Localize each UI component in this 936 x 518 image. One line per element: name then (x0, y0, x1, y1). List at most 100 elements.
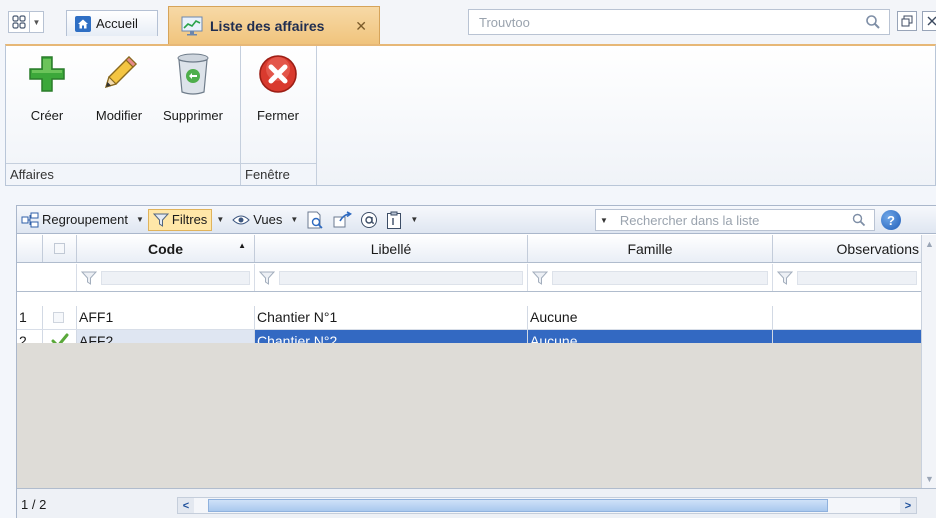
filter-cell-libelle[interactable] (255, 264, 528, 291)
grouping-label: Regroupement (42, 212, 128, 227)
checkbox-icon (54, 243, 65, 254)
views-label: Vues (253, 212, 283, 227)
row-checkbox[interactable] (43, 306, 77, 329)
views-button[interactable]: Vues (228, 209, 286, 231)
select-all-checkbox[interactable] (43, 235, 77, 262)
chart-icon (181, 16, 203, 35)
chevron-down-icon[interactable]: ▼ (596, 216, 612, 225)
create-button[interactable]: Créer (16, 50, 78, 134)
scrollbar-thumb[interactable] (208, 499, 828, 512)
filter-cell-observations[interactable] (773, 264, 921, 291)
filters-button[interactable]: Filtres (147, 208, 213, 231)
column-header-label: Famille (627, 240, 673, 257)
create-label: Créer (30, 108, 64, 123)
scroll-left-icon[interactable]: < (178, 498, 194, 513)
delete-label: Supprimer (163, 108, 223, 123)
top-tab-bar: ▼ Accueil Liste des affaires ✕ (0, 0, 936, 44)
grid-menu-icon[interactable] (8, 11, 30, 33)
search-icon[interactable] (852, 213, 866, 227)
eye-icon (232, 215, 250, 224)
preview-button[interactable] (302, 209, 328, 231)
ribbon-group-fenetre: Fermer Fenêtre (241, 46, 317, 185)
filter-cell-famille[interactable] (528, 264, 773, 291)
app-menu[interactable]: ▼ (8, 10, 56, 34)
column-header-label: Observations (836, 240, 919, 257)
filter-icon (532, 271, 548, 285)
scroll-right-icon[interactable]: > (900, 498, 916, 513)
chevron-down-icon[interactable]: ▼ (132, 215, 148, 224)
record-counter: 1 / 2 (21, 497, 47, 512)
restore-window-icon[interactable] (897, 11, 917, 31)
help-icon[interactable]: ? (881, 210, 901, 230)
vertical-scrollbar[interactable]: ▲ ▼ (921, 235, 936, 488)
scroll-down-icon[interactable]: ▼ (925, 474, 934, 484)
close-circle-icon (254, 50, 302, 98)
email-button[interactable] (356, 209, 382, 231)
delete-button[interactable]: Supprimer (162, 50, 224, 134)
tab-liste-des-affaires[interactable]: Liste des affaires ✕ (168, 6, 380, 44)
filter-icon (259, 271, 275, 285)
filter-input[interactable] (101, 271, 250, 285)
list-search[interactable]: ▼ (595, 209, 875, 231)
chevron-down-icon[interactable]: ▼ (286, 215, 302, 224)
column-header-code[interactable]: Code ▲ (77, 235, 255, 262)
ribbon: Créer Modifier Supprimer Affaires Fermer… (5, 44, 936, 186)
filter-icon (777, 271, 793, 285)
ribbon-group-affaires: Créer Modifier Supprimer Affaires (6, 46, 241, 185)
list-search-input[interactable] (611, 210, 832, 230)
horizontal-scrollbar[interactable]: < > (177, 497, 917, 514)
close-label: Fermer (257, 108, 299, 123)
grouping-button[interactable]: Regroupement (17, 209, 132, 231)
checkbox-icon (53, 312, 64, 323)
column-header-observations[interactable]: Observations (773, 235, 921, 262)
close-window-icon[interactable] (922, 11, 936, 31)
print-preview-icon (307, 211, 323, 229)
global-search-input[interactable] (469, 10, 849, 34)
cell-code: AFF1 (77, 306, 255, 329)
table-row[interactable]: 1 AFF1 Chantier N°1 Aucune (17, 306, 921, 330)
pencil-icon (95, 50, 143, 98)
at-sign-icon (361, 211, 378, 228)
export-button[interactable] (328, 209, 356, 231)
filter-input[interactable] (797, 271, 917, 285)
grid-header: Code ▲ Libellé Famille Observations (17, 235, 921, 263)
modify-label: Modifier (95, 108, 143, 123)
scroll-up-icon[interactable]: ▲ (925, 239, 934, 249)
filter-cell-code[interactable] (77, 264, 255, 291)
clipboard-icon (387, 211, 402, 229)
cell-libelle: Chantier N°1 (255, 306, 528, 329)
chevron-down-icon[interactable]: ▼ (30, 11, 44, 33)
search-icon[interactable] (865, 14, 881, 30)
row-number: 1 (17, 306, 43, 329)
plus-icon (23, 50, 71, 98)
home-icon (75, 15, 91, 32)
cell-observations (773, 306, 921, 329)
chevron-down-icon[interactable]: ▼ (212, 215, 228, 224)
trash-icon (169, 50, 217, 98)
sort-asc-icon: ▲ (238, 241, 246, 250)
close-button[interactable]: Fermer (247, 50, 309, 134)
row-number-header (17, 235, 43, 262)
filter-row (17, 264, 921, 292)
tab-home[interactable]: Accueil (66, 10, 158, 36)
filter-icon (81, 271, 97, 285)
close-tab-icon[interactable]: ✕ (355, 18, 367, 35)
column-header-label: Code (148, 240, 183, 257)
modify-button[interactable]: Modifier (88, 50, 150, 134)
column-header-label: Libellé (370, 240, 412, 257)
filters-label: Filtres (171, 212, 208, 227)
grid-footer: 1 / 2 < > (17, 488, 936, 518)
global-search[interactable] (468, 9, 890, 35)
filter-icon (152, 213, 169, 227)
column-header-famille[interactable]: Famille (528, 235, 773, 262)
chevron-down-icon[interactable]: ▼ (406, 215, 422, 224)
filter-input[interactable] (279, 271, 523, 285)
filter-input[interactable] (552, 271, 768, 285)
tab-active-label: Liste des affaires (210, 17, 325, 34)
ribbon-group-label: Affaires (6, 163, 240, 185)
grid-empty-area (17, 343, 921, 488)
affaires-list: Regroupement ▼ Filtres ▼ Vues ▼ ▼ ▼ Rech… (16, 205, 936, 518)
clipboard-button[interactable] (382, 209, 406, 231)
ribbon-group-label: Fenêtre (241, 163, 316, 185)
column-header-libelle[interactable]: Libellé (255, 235, 528, 262)
